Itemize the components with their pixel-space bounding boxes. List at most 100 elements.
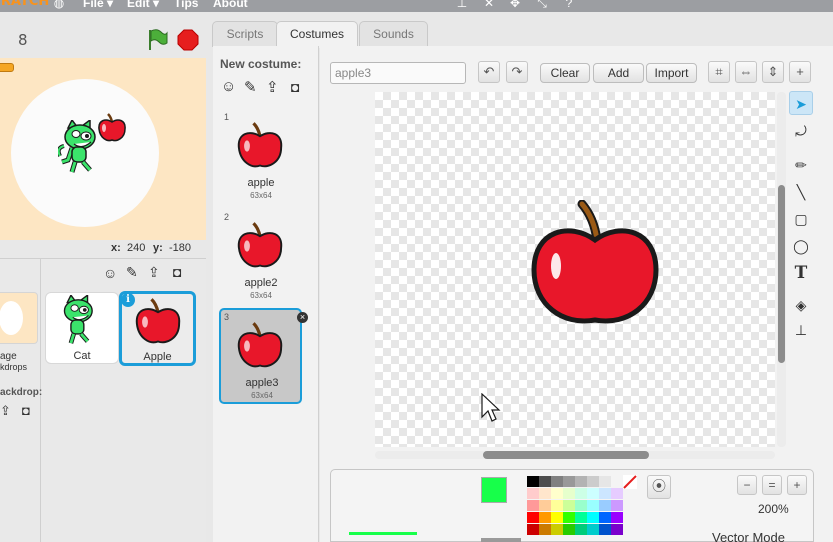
camera-costume-icon[interactable]: ◘ xyxy=(291,79,299,95)
set-center-icon[interactable]: + xyxy=(789,61,811,83)
vertical-scrollbar[interactable] xyxy=(778,185,785,363)
color-swatch[interactable] xyxy=(563,524,575,535)
tab-sounds[interactable]: Sounds xyxy=(359,21,428,47)
color-swatch[interactable] xyxy=(611,512,623,523)
redo-icon[interactable]: ↷ xyxy=(506,61,528,83)
scratch-logo[interactable]: SCRATCH xyxy=(0,0,49,9)
stroke-width-preview[interactable] xyxy=(349,532,417,535)
flip-horizontal-icon[interactable]: ⇔ xyxy=(735,61,757,83)
reshape-tool-icon[interactable]: ⤾ xyxy=(789,119,813,143)
select-tool-icon[interactable]: ➤ xyxy=(789,91,813,115)
color-swatch[interactable] xyxy=(527,500,539,511)
drawing-canvas[interactable] xyxy=(375,92,775,447)
horizontal-scrollbar[interactable] xyxy=(483,451,649,459)
costume-name-input[interactable] xyxy=(330,62,466,84)
color-swatch[interactable] xyxy=(587,476,599,487)
color-swatch[interactable] xyxy=(587,512,599,523)
color-swatch[interactable] xyxy=(575,476,587,487)
color-swatch[interactable] xyxy=(527,512,539,523)
zoom-reset-icon[interactable]: = xyxy=(762,475,782,495)
color-swatch[interactable] xyxy=(563,476,575,487)
clear-button[interactable]: Clear xyxy=(540,63,590,83)
stamp-tool-icon[interactable]: ⊥ xyxy=(789,318,813,342)
paint-sprite-icon[interactable]: ✎ xyxy=(126,264,138,281)
color-swatch[interactable] xyxy=(539,500,551,511)
delete-tool-icon[interactable]: ✕ xyxy=(483,0,495,9)
color-swatch[interactable] xyxy=(599,476,611,487)
menu-about[interactable]: About xyxy=(213,0,248,10)
paint-costume-icon[interactable]: ✎ xyxy=(244,78,257,96)
green-flag-icon[interactable] xyxy=(145,28,169,52)
costume-item-2[interactable]: 2 apple2 63x64 xyxy=(220,210,302,304)
import-button[interactable]: Import xyxy=(646,63,697,83)
color-swatch[interactable] xyxy=(551,476,563,487)
color-swatch[interactable] xyxy=(575,512,587,523)
duplicate-tool-icon[interactable]: ⊥ xyxy=(456,0,468,9)
color-swatch[interactable] xyxy=(563,488,575,499)
color-swatch[interactable] xyxy=(551,488,563,499)
eyedropper-icon[interactable]: ⦿ xyxy=(647,475,671,499)
color-swatch[interactable] xyxy=(599,524,611,535)
color-swatch[interactable] xyxy=(587,500,599,511)
color-swatch[interactable] xyxy=(539,488,551,499)
text-tool-icon[interactable]: T xyxy=(789,261,813,285)
color-swatch[interactable] xyxy=(599,512,611,523)
fill-tool-icon[interactable]: ◈ xyxy=(789,293,813,317)
globe-icon[interactable]: ◍ xyxy=(53,0,65,9)
zoom-out-icon[interactable]: − xyxy=(737,475,757,495)
line-tool-icon[interactable]: ╲ xyxy=(789,180,813,204)
color-swatch[interactable] xyxy=(587,524,599,535)
color-swatch[interactable] xyxy=(539,512,551,523)
color-swatch[interactable] xyxy=(551,512,563,523)
color-swatch[interactable] xyxy=(527,488,539,499)
undo-icon[interactable]: ↶ xyxy=(478,61,500,83)
transparent-color-icon[interactable] xyxy=(623,475,637,489)
costume-item-1[interactable]: 1 apple 63x64 xyxy=(220,110,302,204)
slider-track[interactable] xyxy=(481,538,521,542)
sprite-tile-apple[interactable]: i Apple xyxy=(119,291,196,366)
color-swatch[interactable] xyxy=(539,476,551,487)
costume-library-icon[interactable]: ☺ xyxy=(221,78,236,95)
color-swatch[interactable] xyxy=(611,488,623,499)
menu-file[interactable]: File ▾ xyxy=(83,0,113,10)
color-swatch[interactable] xyxy=(599,488,611,499)
upload-backdrop-icon[interactable]: ⇪ xyxy=(0,403,11,419)
color-swatch[interactable] xyxy=(539,524,551,535)
tab-scripts[interactable]: Scripts xyxy=(212,21,278,47)
color-swatch[interactable] xyxy=(563,500,575,511)
pencil-tool-icon[interactable]: ✏ xyxy=(789,153,813,177)
color-swatch[interactable] xyxy=(611,524,623,535)
sprite-tile-cat[interactable]: Cat xyxy=(45,292,119,364)
grow-tool-icon[interactable]: ✥ xyxy=(509,0,521,9)
add-button[interactable]: Add xyxy=(593,63,644,83)
color-swatch[interactable] xyxy=(551,524,563,535)
shrink-tool-icon[interactable]: ⤡ xyxy=(536,0,548,9)
apple-costume-drawing[interactable] xyxy=(530,200,660,330)
color-swatch[interactable] xyxy=(599,500,611,511)
color-swatch[interactable] xyxy=(575,500,587,511)
stage[interactable] xyxy=(0,58,206,240)
stop-icon[interactable] xyxy=(177,29,199,51)
camera-sprite-icon[interactable]: ◘ xyxy=(173,264,181,280)
color-swatch[interactable] xyxy=(527,476,539,487)
costume-item-3[interactable]: 3 × apple3 63x64 xyxy=(219,308,308,404)
color-swatch[interactable] xyxy=(527,524,539,535)
upload-sprite-icon[interactable]: ⇪ xyxy=(148,264,160,281)
menu-edit[interactable]: Edit ▾ xyxy=(127,0,159,10)
delete-costume-icon[interactable]: × xyxy=(297,312,308,323)
color-swatch[interactable] xyxy=(551,500,563,511)
flip-vertical-icon[interactable]: ⇕ xyxy=(762,61,784,83)
camera-backdrop-icon[interactable]: ◘ xyxy=(22,403,30,418)
ellipse-tool-icon[interactable]: ◯ xyxy=(789,234,813,258)
stage-thumbnail[interactable] xyxy=(0,292,38,344)
help-tool-icon[interactable]: ? xyxy=(563,0,575,9)
color-swatch[interactable] xyxy=(563,512,575,523)
upload-costume-icon[interactable]: ⇪ xyxy=(266,78,279,96)
apple-sprite-on-stage[interactable] xyxy=(96,112,128,144)
zoom-in-icon[interactable]: + xyxy=(787,475,807,495)
color-swatch[interactable] xyxy=(587,488,599,499)
color-swatch[interactable] xyxy=(575,488,587,499)
rectangle-tool-icon[interactable]: ▢ xyxy=(789,207,813,231)
menu-tips[interactable]: Tips xyxy=(174,0,198,10)
crop-icon[interactable]: ⌗ xyxy=(708,61,730,83)
